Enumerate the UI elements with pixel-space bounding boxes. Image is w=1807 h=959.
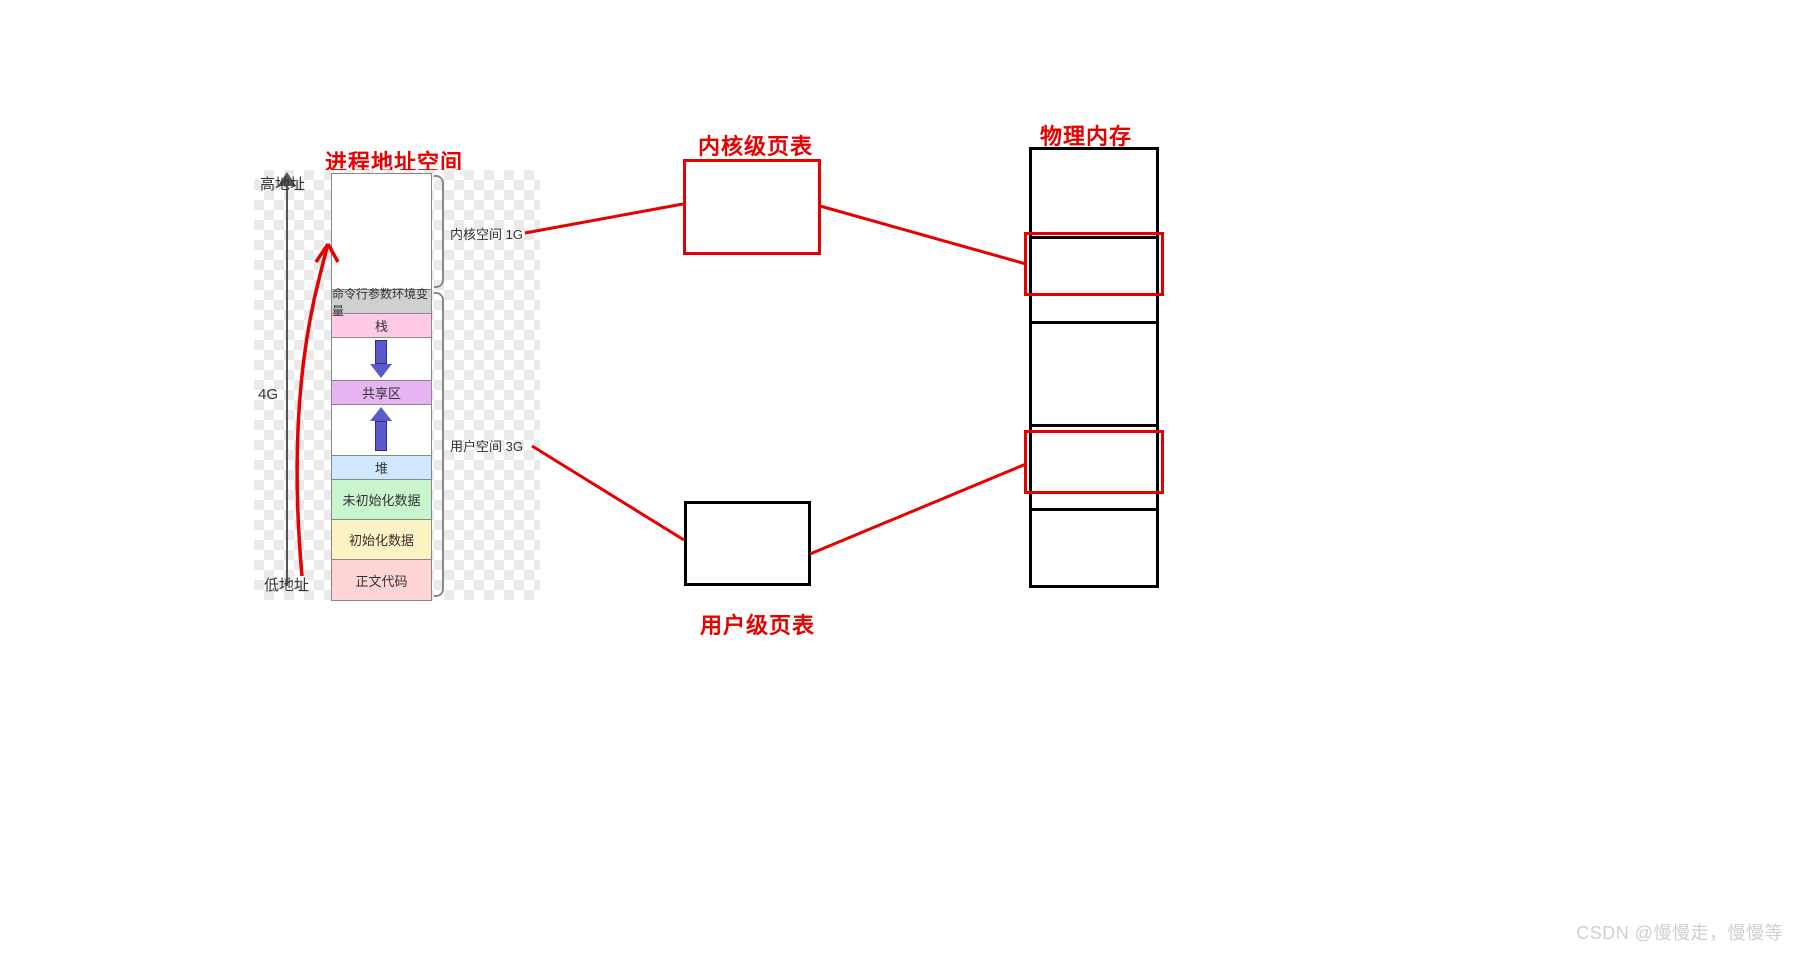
brace-kernel-label: 内核空间 1G xyxy=(450,224,523,243)
seg-env: 命令行参数环境变量 xyxy=(332,290,431,314)
label-high-addr: 高地址 xyxy=(260,173,305,194)
physical-memory-column xyxy=(1029,147,1159,588)
seg-text: 正文代码 xyxy=(332,560,431,600)
label-low-addr: 低地址 xyxy=(264,574,309,595)
arrow-heap-up-icon xyxy=(370,407,392,451)
seg-bss: 未初始化数据 xyxy=(332,480,431,520)
seg-heap: 堆 xyxy=(332,456,431,480)
watermark: CSDN @慢慢走，慢慢等 xyxy=(1576,919,1783,945)
seg-kernel xyxy=(332,174,431,290)
arrow-stack-down-icon xyxy=(370,340,392,378)
brace-user xyxy=(434,292,444,597)
seg-shared: 共享区 xyxy=(332,381,431,405)
label-4g: 4G xyxy=(258,386,278,403)
seg-data: 初始化数据 xyxy=(332,520,431,560)
brace-user-label: 用户空间 3G xyxy=(450,436,523,455)
title-user-pt: 用户级页表 xyxy=(700,608,815,640)
title-kernel-pt: 内核级页表 xyxy=(698,129,813,161)
kernel-page-table-box xyxy=(683,159,821,255)
brace-kernel xyxy=(434,175,444,288)
address-axis-arrow xyxy=(279,178,295,586)
vspace-stack: 命令行参数环境变量 栈 共享区 堆 未初始化数据 初始化数据 正文代码 xyxy=(331,173,432,601)
user-page-table-box xyxy=(684,501,811,586)
diagram-canvas: 进程地址空间 内核级页表 物理内存 用户级页表 高地址 低地址 4G 命令行参数… xyxy=(0,0,1807,959)
